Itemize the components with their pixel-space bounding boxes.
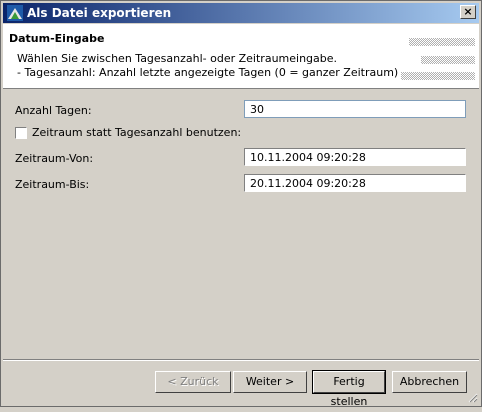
- zeitraum-bis-label: Zeitraum-Bis:: [15, 178, 90, 191]
- header-pattern-graphic: [401, 38, 475, 80]
- window-title: Als Datei exportieren: [27, 6, 172, 20]
- back-button[interactable]: < Zurück: [155, 371, 231, 393]
- zeitraum-von-input[interactable]: [244, 148, 466, 166]
- zeitraum-von-label: Zeitraum-Von:: [15, 152, 94, 165]
- wizard-header: Datum-Eingabe Wählen Sie zwischen Tagesa…: [3, 24, 479, 89]
- dialog-window: Als Datei exportieren × Datum-Eingabe Wä…: [0, 0, 482, 408]
- zeitraum-checkbox[interactable]: [15, 127, 27, 139]
- header-description-line2: - Tagesanzahl: Anzahl letzte angezeigte …: [17, 66, 399, 79]
- app-export-icon: [7, 5, 23, 21]
- title-bar[interactable]: Als Datei exportieren ×: [3, 3, 479, 23]
- zeitraum-checkbox-label: Zeitraum statt Tagesanzahl benutzen:: [32, 126, 242, 139]
- cancel-button[interactable]: Abbrechen: [392, 371, 467, 393]
- next-button[interactable]: Weiter >: [233, 371, 307, 393]
- finish-button[interactable]: Fertig stellen: [312, 370, 386, 408]
- header-description-line1: Wählen Sie zwischen Tagesanzahl- oder Ze…: [17, 52, 338, 65]
- close-button[interactable]: ×: [460, 5, 476, 19]
- button-separator: [3, 359, 479, 361]
- resize-grip-icon[interactable]: [466, 391, 478, 403]
- form-area: Anzahl Tagen: Zeitraum statt Tagesanzahl…: [3, 89, 479, 359]
- page-title: Datum-Eingabe: [9, 32, 105, 45]
- anzahl-tagen-input[interactable]: [244, 100, 466, 118]
- zeitraum-bis-input[interactable]: [244, 174, 466, 192]
- anzahl-tagen-label: Anzahl Tagen:: [15, 104, 92, 117]
